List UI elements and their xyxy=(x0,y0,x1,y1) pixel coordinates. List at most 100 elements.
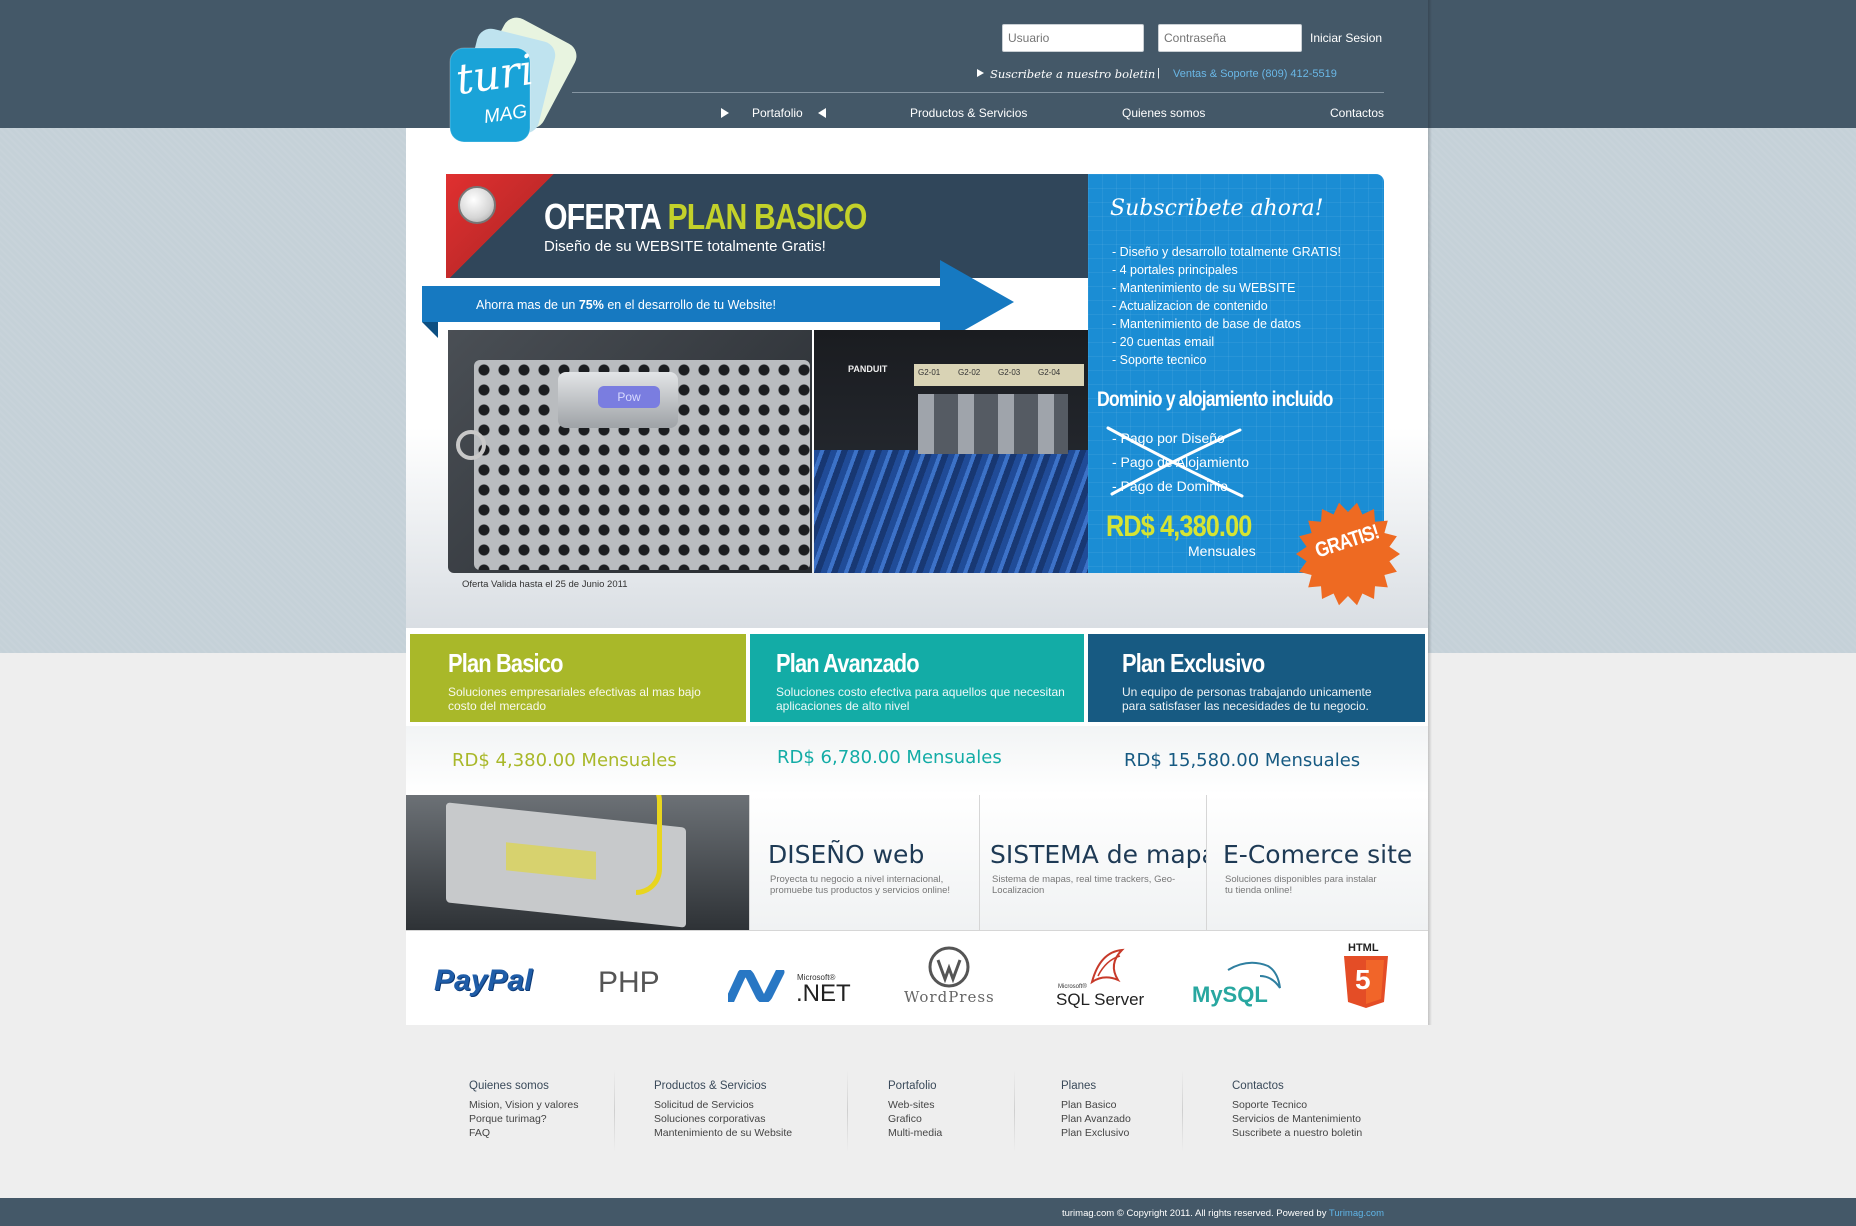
plan-price-basico: RD$ 4,380.00 Mensuales xyxy=(452,750,677,771)
footer-heading: Quienes somos xyxy=(469,1080,549,1092)
nav-productos-servicios[interactable]: Productos & Servicios xyxy=(910,106,1027,120)
benefit-item: - Mantenimiento de su WEBSITE xyxy=(1112,281,1296,295)
footer-separator xyxy=(614,1070,615,1152)
services-divider xyxy=(406,930,1428,931)
footer-bar xyxy=(0,1198,1856,1226)
html5-label: HTML xyxy=(1348,942,1379,954)
php-logo: PHP xyxy=(598,966,660,999)
wordpress-icon xyxy=(928,946,970,988)
support-phone: Ventas & Soporte (809) 412-5519 xyxy=(1173,68,1337,80)
ribbon-prefix: Ahorra mas de un xyxy=(476,298,579,312)
ribbon-suffix: en el desarrollo de tu Website! xyxy=(603,298,776,312)
footer-column-quienes: Quienes somos Mision, Vision y valores P… xyxy=(469,1080,579,1140)
footer-link[interactable]: Mantenimiento de su Website xyxy=(654,1126,792,1140)
sqlserver-icon xyxy=(1090,948,1125,985)
footer-link[interactable]: Multi-media xyxy=(888,1126,942,1140)
service-title: SISTEMA de mapa xyxy=(990,840,1217,869)
plan-price-exclusivo: RD$ 15,580.00 Mensuales xyxy=(1124,750,1361,771)
footer-heading: Planes xyxy=(1061,1080,1097,1092)
footer-link[interactable]: Porque turimag? xyxy=(469,1112,579,1126)
service-card-mapa[interactable]: SISTEMA de mapa Sistema de mapas, real t… xyxy=(979,795,1217,930)
footer-link[interactable]: Web-sites xyxy=(888,1098,942,1112)
paypal-logo: PayPal xyxy=(434,964,533,997)
plan-price-avanzado: RD$ 6,780.00 Mensuales xyxy=(777,747,1002,768)
footer-link[interactable]: Plan Basico xyxy=(1061,1098,1131,1112)
username-input[interactable] xyxy=(1002,24,1144,52)
footer-separator xyxy=(1182,1070,1183,1152)
header-separator: | xyxy=(1157,67,1160,79)
switch-brand-label: PANDUIT xyxy=(848,364,888,374)
rack-panel-label: Pow xyxy=(598,386,660,408)
powered-by-link[interactable]: Turimag.com xyxy=(1329,1208,1384,1219)
fiber-module-photo xyxy=(406,795,749,930)
footer-separator xyxy=(847,1070,848,1152)
footer-heading: Productos & Servicios xyxy=(654,1080,767,1092)
nav-arrow-left-icon xyxy=(818,108,826,118)
play-icon xyxy=(977,69,984,77)
hero-title-offer: OFERTA xyxy=(544,196,661,237)
dotnet-wave-icon xyxy=(728,970,785,1002)
newsletter-link[interactable]: Suscribete a nuestro boletin xyxy=(990,67,1155,81)
sqlserver-logo: SQL Server xyxy=(1056,990,1145,1009)
footer-column-productos: Productos & Servicios Solicitud de Servi… xyxy=(654,1080,792,1140)
copyright-text: turimag.com © Copyright 2011. All rights… xyxy=(1061,1208,1329,1219)
footer-link[interactable]: Soporte Tecnico xyxy=(1232,1098,1362,1112)
benefit-item: - Soporte tecnico xyxy=(1112,353,1207,367)
dotnet-logo: .NET xyxy=(796,980,851,1007)
wordpress-logo: WordPress xyxy=(904,988,995,1006)
service-card-ecommerce[interactable]: E-Comerce site Soluciones disponibles pa… xyxy=(1206,795,1428,930)
page-shadow xyxy=(1428,0,1432,1025)
panel-price-period: Mensuales xyxy=(1188,543,1256,559)
footer-separator xyxy=(1014,1070,1015,1152)
footer-link[interactable]: Solicitud de Servicios xyxy=(654,1098,792,1112)
plan-card-avanzado[interactable]: Plan Avanzado Soluciones costo efectiva … xyxy=(748,632,1086,724)
footer-link[interactable]: Servicios de Mantenimiento xyxy=(1232,1112,1362,1126)
plan-name: Plan Avanzado xyxy=(776,648,920,678)
plan-card-basico[interactable]: Plan Basico Soluciones empresariales efe… xyxy=(408,632,748,724)
panel-price: RD$ 4,380.00 xyxy=(1106,510,1252,543)
hero-title-plan: PLAN BASICO xyxy=(667,196,867,237)
footer-heading: Portafolio xyxy=(888,1080,937,1092)
plan-description: Soluciones costo efectiva para aquellos … xyxy=(776,685,1065,713)
server-rack-photo: Pow xyxy=(448,330,812,573)
footer-link[interactable]: FAQ xyxy=(469,1126,579,1140)
port-label: G2-04 xyxy=(1038,368,1061,377)
service-title: E-Comerce site xyxy=(1223,840,1413,869)
service-description: Soluciones disponibles para instalar tu … xyxy=(1225,874,1377,896)
service-description: Proyecta tu negocio a nivel internaciona… xyxy=(770,874,951,896)
port-label: G2-02 xyxy=(958,368,981,377)
hero-pin-icon xyxy=(458,186,496,224)
login-link[interactable]: Iniciar Sesion xyxy=(1310,31,1382,45)
domain-hosting-heading: Dominio y alojamiento incluido xyxy=(1097,388,1333,411)
plan-name: Plan Exclusivo xyxy=(1122,648,1265,678)
footer-link[interactable]: Plan Avanzado xyxy=(1061,1112,1131,1126)
benefit-item: - Actualizacion de contenido xyxy=(1112,299,1268,313)
nav-portafolio[interactable]: Portafolio xyxy=(752,106,803,120)
ribbon-percent: 75% xyxy=(578,298,604,312)
subscribe-heading: Subscribete ahora! xyxy=(1110,196,1324,221)
footer-column-contactos: Contactos Soporte Tecnico Servicios de M… xyxy=(1232,1080,1362,1140)
service-card-diseno[interactable]: DISEÑO web Proyecta tu negocio a nivel i… xyxy=(749,795,979,930)
plan-description: Un equipo de personas trabajando unicame… xyxy=(1122,685,1372,713)
footer-link[interactable]: Plan Exclusivo xyxy=(1061,1126,1131,1140)
nav-contactos[interactable]: Contactos xyxy=(1330,106,1384,120)
password-input[interactable] xyxy=(1158,24,1302,52)
footer-link[interactable]: Suscribete a nuestro boletin xyxy=(1232,1126,1362,1140)
gratis-badge: GRATIS! xyxy=(1296,502,1400,606)
turimag-logo[interactable]: turi MAG xyxy=(446,14,586,149)
benefit-item: - Diseño y desarrollo totalmente GRATIS! xyxy=(1112,245,1342,259)
footer-link[interactable]: Mision, Vision y valores xyxy=(469,1098,579,1112)
hero-ribbon-text: Ahorra mas de un 75% en el desarrollo de… xyxy=(476,298,776,312)
service-title: DISEÑO web xyxy=(768,840,925,869)
plan-card-exclusivo[interactable]: Plan Exclusivo Un equipo de personas tra… xyxy=(1086,632,1427,724)
nav-quienes-somos[interactable]: Quienes somos xyxy=(1122,106,1205,120)
plan-name: Plan Basico xyxy=(448,648,563,678)
nav-arrow-right-icon xyxy=(721,108,729,118)
offer-validity: Oferta Valida hasta el 25 de Junio 2011 xyxy=(462,579,628,590)
html5-number: 5 xyxy=(1355,964,1371,995)
footer-heading: Contactos xyxy=(1232,1080,1284,1092)
hero-title: OFERTA PLAN BASICO xyxy=(544,196,867,238)
footer-link[interactable]: Soluciones corporativas xyxy=(654,1112,792,1126)
port-label: G2-03 xyxy=(998,368,1021,377)
footer-link[interactable]: Grafico xyxy=(888,1112,942,1126)
